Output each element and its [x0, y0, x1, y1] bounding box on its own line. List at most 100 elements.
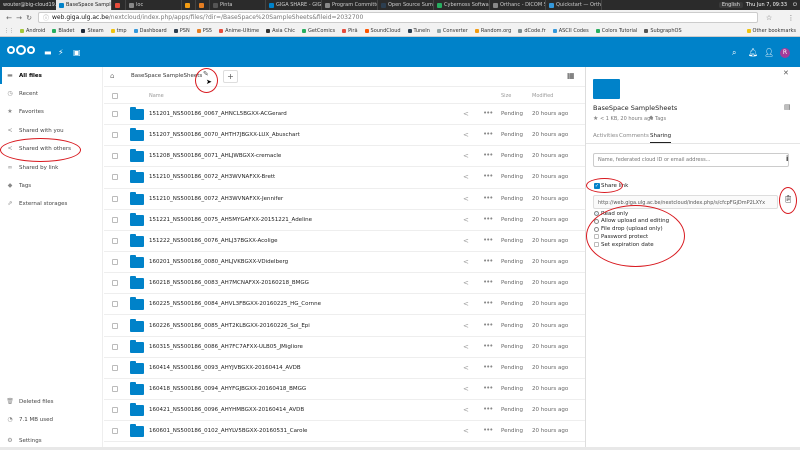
share-icon[interactable]: <	[463, 364, 469, 372]
nextcloud-logo[interactable]	[7, 45, 35, 55]
row-checkbox[interactable]	[112, 111, 118, 117]
file-name[interactable]: 151210_NS500186_0072_AH3WVNAFXX-Jennifer	[149, 196, 283, 202]
row-checkbox[interactable]	[112, 301, 118, 308]
share-icon[interactable]: <	[463, 300, 469, 308]
select-all-checkbox[interactable]	[112, 93, 118, 99]
table-row[interactable]: 160218_NS500186_0083_AH7MCNAFXX-20160218…	[104, 273, 585, 295]
bookmark-item[interactable]: GetComics	[302, 28, 335, 34]
sidebar-item[interactable]: ▬ All files	[0, 67, 103, 84]
row-checkbox[interactable]	[112, 343, 118, 350]
file-name[interactable]: 151207_NS500186_0070_AHTH7JBGXX-LUX_Abus…	[149, 132, 300, 138]
bookmark-star-icon[interactable]: ☆	[764, 14, 774, 22]
table-row[interactable]: 151210_NS500186_0072_AH3WVNAFXX-Jennifer…	[104, 189, 585, 210]
table-row[interactable]: 151208_NS500186_0071_AHLJWBGXX-cremacle <…	[104, 146, 585, 168]
back-icon[interactable]: ←	[4, 14, 14, 22]
tab-sharing[interactable]: Sharing	[650, 133, 672, 143]
share-icon[interactable]: <	[463, 258, 469, 266]
row-checkbox[interactable]	[112, 132, 118, 139]
tab-activities[interactable]: Activities	[593, 133, 618, 139]
sidebar-item[interactable]: ★ Favorites	[0, 103, 103, 120]
row-checkbox[interactable]	[112, 153, 118, 160]
table-row[interactable]: 160201_NS500186_0080_AHLJVKBGXX-VDidelbe…	[104, 252, 585, 274]
more-actions-icon[interactable]: •••	[483, 172, 493, 180]
bookmark-item[interactable]: Pirã	[342, 28, 358, 34]
row-checkbox[interactable]	[112, 195, 118, 202]
power-icon[interactable]: ⏻	[790, 2, 800, 8]
table-row[interactable]: 151201_NS500186_0067_AHNCL5BGXX-ACGerard…	[104, 104, 585, 126]
os-window-tab[interactable]: GIGA SHARE - GIGA I...	[266, 0, 322, 10]
os-window-tab[interactable]: Program Committee...	[322, 0, 378, 10]
grid-view-icon[interactable]: ▦	[567, 71, 575, 80]
sidebar-item[interactable]: ⇗ External storages	[0, 195, 103, 212]
contacts-icon[interactable]: 👤︎	[764, 48, 774, 57]
file-name[interactable]: 160201_NS500186_0080_AHLJVKBGXX-VDidelbe…	[149, 259, 288, 265]
bookmark-item[interactable]: PSN	[173, 28, 190, 34]
table-row[interactable]: 151210_NS500186_0072_AH3WVNAFXX-Brett < ••…	[104, 167, 585, 189]
file-name[interactable]: 160315_NS500186_0086_AH7FC7AFXX-ULB05_JM…	[149, 344, 303, 350]
apps-icon[interactable]: ⋮⋮	[4, 28, 14, 34]
search-icon[interactable]: ⌕	[732, 48, 736, 58]
bookmark-item[interactable]: SubgraphOS	[644, 28, 682, 34]
home-icon[interactable]: ⌂	[110, 72, 114, 80]
more-actions-icon[interactable]: •••	[483, 109, 493, 117]
row-checkbox[interactable]	[112, 216, 118, 223]
files-app-icon[interactable]: ▬	[44, 48, 52, 57]
table-row[interactable]: 160601_NS500186_0102_AHYLV5BGXX-20160531…	[104, 421, 585, 443]
file-name[interactable]: 151210_NS500186_0072_AH3WVNAFXX-Brett	[149, 174, 275, 180]
sidebar-deleted-files[interactable]: 🗑︎ Deleted files	[0, 393, 103, 410]
reload-icon[interactable]: ↻	[24, 14, 34, 22]
table-row[interactable]: 151221_NS500186_0075_AH5MYGAFXX-20151221…	[104, 210, 585, 231]
share-icon[interactable]: <	[463, 279, 469, 287]
bookmark-item[interactable]: dCode.fr	[518, 28, 546, 34]
table-row[interactable]: 151207_NS500186_0070_AHTH7JBGXX-LUX_Abus…	[104, 125, 585, 147]
more-actions-icon[interactable]: •••	[483, 236, 493, 244]
breadcrumb-folder[interactable]: BaseSpace SampleSheets	[131, 73, 202, 79]
more-actions-icon[interactable]: •••	[483, 278, 493, 286]
more-actions-icon[interactable]: •••	[483, 321, 493, 329]
bookmark-item[interactable]: Bladet	[52, 28, 74, 34]
user-avatar[interactable]: R	[780, 48, 790, 58]
bookmark-item[interactable]: Dashboard	[133, 28, 167, 34]
bookmark-item[interactable]: TuneIn	[407, 28, 430, 34]
tab-comments[interactable]: Comments	[619, 133, 649, 139]
table-row[interactable]: 160418_NS500186_0094_AHYFGJBGXX-20160418…	[104, 379, 585, 401]
keyboard-layout[interactable]: English	[718, 2, 743, 8]
file-name[interactable]: 151221_NS500186_0075_AH5MYGAFXX-20151221…	[149, 217, 312, 223]
share-icon[interactable]: <	[463, 131, 469, 139]
share-icon[interactable]: <	[463, 322, 469, 330]
column-size[interactable]: Size	[501, 93, 511, 99]
os-window-tab[interactable]	[182, 0, 196, 10]
other-bookmarks[interactable]: Other bookmarks	[746, 28, 796, 34]
bookmark-item[interactable]: Steam	[81, 28, 104, 34]
table-row[interactable]: 151222_NS500186_0076_AHLJ37BGXX-Acolige <…	[104, 231, 585, 253]
file-name[interactable]: 160601_NS500186_0102_AHYLV5BGXX-20160531…	[149, 428, 307, 434]
bookmark-item[interactable]: PS5	[196, 28, 212, 34]
more-actions-icon[interactable]: •••	[483, 363, 493, 371]
more-actions-icon[interactable]: •••	[483, 151, 493, 159]
row-checkbox[interactable]	[112, 407, 118, 414]
os-window-tab[interactable]	[112, 0, 126, 10]
file-name[interactable]: 151201_NS500186_0067_AHNCL5BGXX-ACGerard	[149, 111, 287, 117]
share-icon[interactable]: <	[463, 216, 469, 224]
share-icon[interactable]: <	[463, 385, 469, 393]
sidebar-item[interactable]: ◆ Tags	[0, 177, 103, 194]
bookmark-item[interactable]: tmp	[110, 28, 127, 34]
file-name[interactable]: 160421_NS500186_0096_AHYHMBGXX-20160414_…	[149, 407, 304, 413]
os-window-tab[interactable]: Open Source Summit...	[378, 0, 434, 10]
close-icon[interactable]: ✕	[783, 69, 789, 77]
share-icon[interactable]: <	[463, 427, 469, 435]
table-row[interactable]: 160421_NS500186_0096_AHYHMBGXX-20160414_…	[104, 400, 585, 422]
bookmark-item[interactable]: ASCII Codes	[552, 28, 589, 34]
tags-icon[interactable]: ◆	[649, 115, 653, 121]
file-name[interactable]: 160414_NS500186_0093_AHYJVBGXX-20160414_…	[149, 365, 301, 371]
favorite-star-icon[interactable]: ★	[593, 115, 598, 122]
new-button[interactable]: +	[223, 70, 238, 83]
forward-icon[interactable]: →	[14, 14, 24, 22]
gallery-app-icon[interactable]: ▣	[73, 48, 81, 57]
os-window-tab[interactable]: Orthanc - DICOM Serv...	[490, 0, 546, 10]
os-user-window[interactable]: wouter@big-cloud19...	[0, 2, 56, 8]
bookmark-item[interactable]: Colors Tutorial	[595, 28, 637, 34]
share-icon[interactable]: <	[463, 173, 469, 181]
share-icon[interactable]: <	[463, 110, 469, 118]
more-icon[interactable]: ▤	[784, 103, 791, 111]
